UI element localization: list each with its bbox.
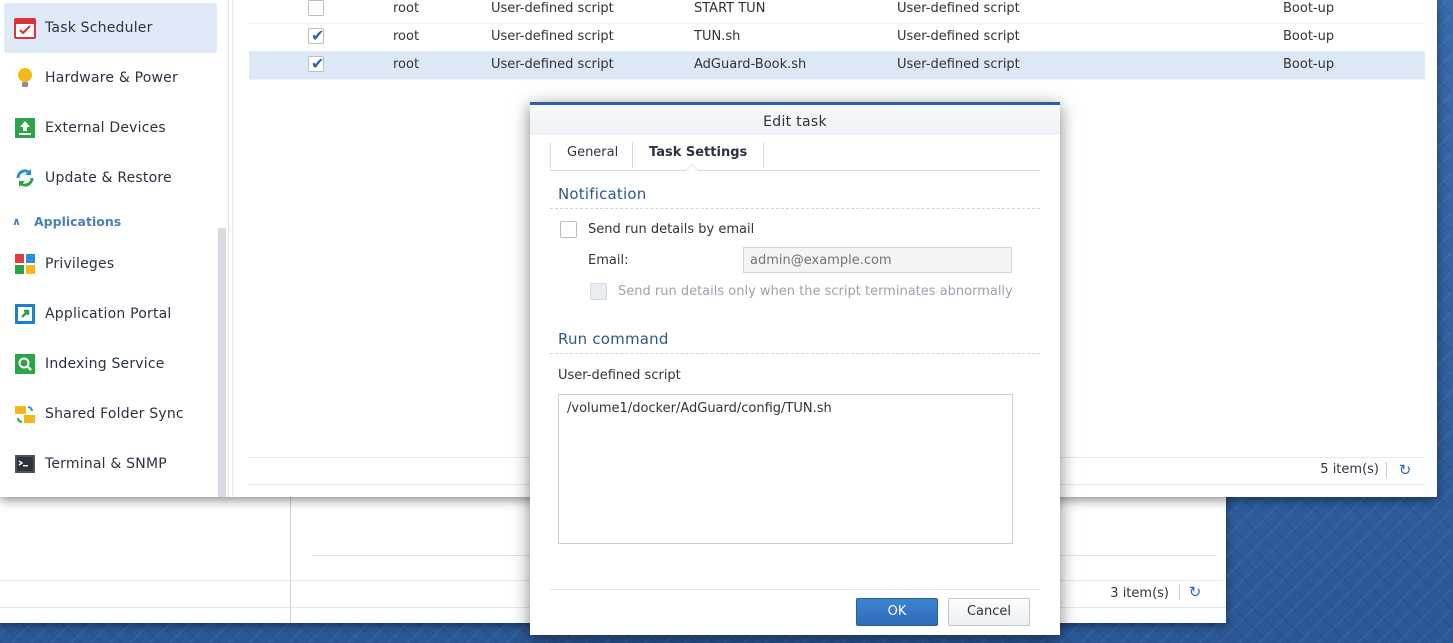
sidebar: Task Scheduler Hardware & Power External… [0,0,229,497]
sidebar-item-label: Task Scheduler [45,20,153,36]
sidebar-item-hardware-power[interactable]: Hardware & Power [4,53,217,103]
folder-sync-icon [14,403,36,425]
ok-button[interactable]: OK [856,598,938,626]
sidebar-item-label: Shared Folder Sync [45,406,184,422]
tab-indicator [686,165,698,171]
tab-general[interactable]: General [550,142,634,168]
sidebar-item-external-devices[interactable]: External Devices [4,103,217,153]
sidebar-item-label: Application Portal [45,306,172,322]
refresh-icon[interactable]: ↻ [1186,583,1204,601]
item-count: 3 item(s) [1110,586,1169,601]
sync-icon [14,167,36,189]
tab-bar: General Task Settings [550,138,1040,171]
sidebar-item-label: External Devices [45,120,166,136]
divider [290,480,291,623]
run-command-section-title: Run command [558,330,669,348]
calendar-check-icon [14,17,36,39]
divider [550,208,1040,209]
sidebar-item-label: Indexing Service [45,356,165,372]
enable-checkbox[interactable]: ✔ [308,54,325,73]
privileges-icon [14,253,36,275]
check-icon: ✔ [311,54,325,73]
sidebar-item-terminal-snmp[interactable]: Terminal & SNMP [4,439,217,489]
section-header-label: Applications [34,213,122,229]
owner-cell: root [393,57,420,72]
sidebar-item-label: Privileges [45,256,115,272]
name-cell: AdGuard-Book.sh [694,57,807,72]
sidebar-item-label: Hardware & Power [45,70,178,86]
portal-icon [14,303,36,325]
script-textarea[interactable]: /volume1/docker/AdGuard/config/TUN.sh [558,394,1013,544]
divider [550,353,1040,354]
action-cell: User-defined script [897,57,1020,72]
sidebar-item-application-portal[interactable]: Application Portal [4,289,217,339]
email-field[interactable] [743,247,1012,273]
sidebar-item-privileges[interactable]: Privileges [4,239,217,289]
sidebar-item-label: Update & Restore [45,170,172,186]
divider [1386,462,1387,478]
sidebar-section-applications[interactable]: ∧ Applications [12,212,121,230]
sidebar-item-shared-folder-sync[interactable]: Shared Folder Sync [4,389,217,439]
notification-section-title: Notification [558,185,647,203]
send-email-checkbox[interactable] [560,221,577,238]
bulb-icon [14,67,36,89]
sidebar-scrollbar[interactable] [218,228,226,497]
enable-checkbox[interactable] [308,0,324,16]
table-row[interactable]: root User-defined script START TUN User-… [249,0,1425,24]
edit-task-dialog: Edit task General Task Settings Notifica… [530,102,1060,635]
abnormal-only-label: Send run details only when the script te… [618,284,1013,299]
magnifier-icon [14,353,36,375]
email-label: Email: [588,253,629,268]
item-count: 5 item(s) [1320,462,1379,477]
upload-box-icon [14,117,36,139]
send-email-label: Send run details by email [588,222,755,237]
abnormal-only-checkbox[interactable] [590,283,607,300]
divider [232,0,233,497]
sidebar-item-task-scheduler[interactable]: Task Scheduler [4,3,217,53]
terminal-icon [14,453,36,475]
sidebar-item-label: Terminal & SNMP [45,456,167,472]
enable-checkbox[interactable]: ✔ [308,26,325,45]
check-icon: ✔ [311,26,325,45]
divider [550,589,1040,590]
divider [1179,584,1180,600]
schedule-cell: Boot-up [1283,57,1335,72]
sidebar-item-update-restore[interactable]: Update & Restore [4,153,217,203]
cancel-button[interactable]: Cancel [948,598,1030,626]
chevron-up-icon: ∧ [12,214,21,228]
sidebar-item-indexing-service[interactable]: Indexing Service [4,339,217,389]
dialog-title: Edit task [530,105,1060,135]
table-row-selected[interactable]: ✔ root User-defined script AdGuard-Book.… [249,51,1425,80]
table-row[interactable]: ✔ root User-defined script TUN.sh User-d… [249,23,1425,52]
type-cell: User-defined script [491,57,614,72]
refresh-icon[interactable]: ↻ [1396,461,1414,479]
script-label: User-defined script [558,368,681,383]
